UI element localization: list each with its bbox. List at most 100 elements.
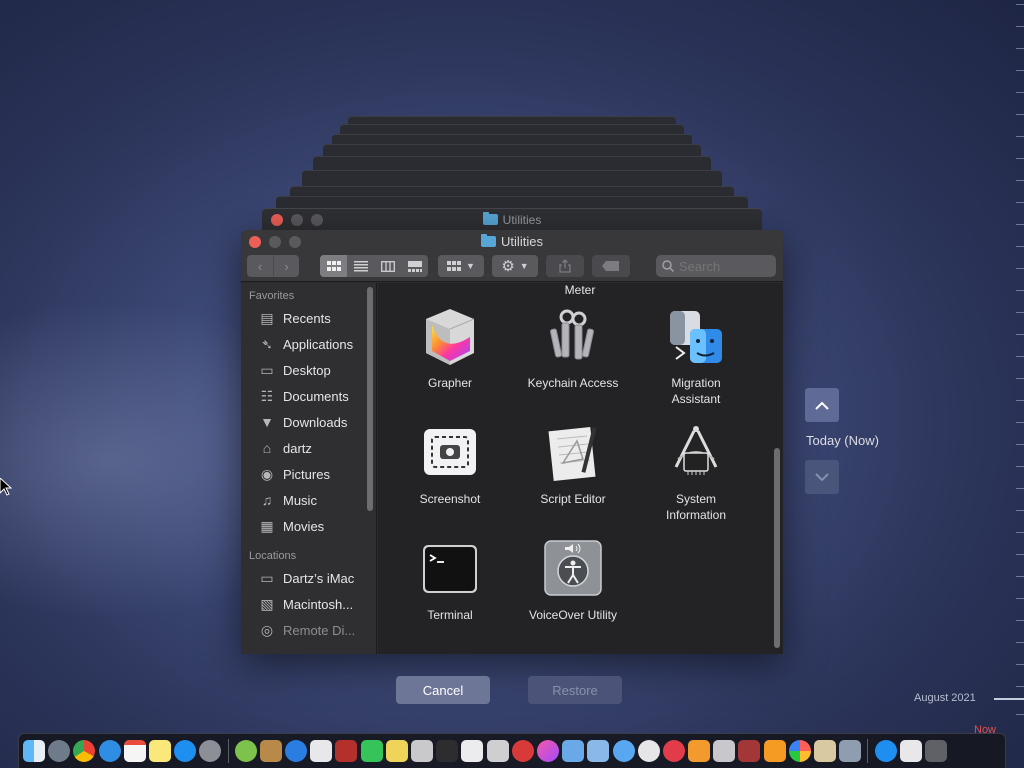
- dock-app-icon[interactable]: [839, 740, 862, 762]
- timeline-tick[interactable]: [1016, 224, 1024, 225]
- tags-button[interactable]: [592, 255, 630, 277]
- action-menu-button[interactable]: ⚙ ▼: [492, 255, 538, 277]
- sidebar-item-dartz[interactable]: ⌂ dartz: [241, 435, 376, 461]
- dock-app-icon[interactable]: [234, 740, 257, 762]
- timeline-tick[interactable]: [1016, 714, 1024, 715]
- timeline-tick[interactable]: [1016, 620, 1024, 621]
- timeline-month-marker[interactable]: [994, 698, 1024, 700]
- share-button[interactable]: [546, 255, 584, 277]
- app-store-icon[interactable]: [174, 740, 197, 762]
- timeline[interactable]: [994, 0, 1024, 730]
- timeline-tick[interactable]: [1016, 686, 1024, 687]
- dock-app-icon[interactable]: [637, 740, 660, 762]
- timeline-tick[interactable]: [1016, 92, 1024, 93]
- sidebar-item-downloads[interactable]: ▼ Downloads: [241, 409, 376, 435]
- cancel-button[interactable]: Cancel: [396, 676, 490, 704]
- timeline-tick[interactable]: [1016, 444, 1024, 445]
- books-icon[interactable]: [688, 740, 711, 762]
- timeline-tick[interactable]: [1016, 136, 1024, 137]
- timeline-tick[interactable]: [1016, 576, 1024, 577]
- sidebar-item-desktop[interactable]: ▭ Desktop: [241, 357, 376, 383]
- icon-view-button[interactable]: [320, 255, 347, 277]
- app-migration-assistant[interactable]: Migration Assistant: [636, 307, 756, 407]
- timeline-tick[interactable]: [1016, 554, 1024, 555]
- dock-app-icon[interactable]: [335, 740, 358, 762]
- app-grapher[interactable]: Grapher: [390, 307, 510, 391]
- safari-icon[interactable]: [98, 740, 121, 762]
- dock-app-icon[interactable]: [259, 740, 282, 762]
- timeline-tick[interactable]: [1016, 378, 1024, 379]
- app-system-information[interactable]: System Information: [636, 423, 756, 523]
- app-terminal[interactable]: Terminal: [390, 539, 510, 623]
- gallery-view-button[interactable]: [401, 255, 428, 277]
- restore-button[interactable]: Restore: [528, 676, 622, 704]
- tm-up-button[interactable]: [805, 388, 839, 422]
- tm-down-button[interactable]: [805, 460, 839, 494]
- sidebar-item-music[interactable]: ♫ Music: [241, 487, 376, 513]
- stickies-icon[interactable]: [385, 740, 408, 762]
- home-app-icon[interactable]: [763, 740, 786, 762]
- forward-button[interactable]: ›: [273, 255, 299, 277]
- trash-icon[interactable]: [924, 740, 947, 762]
- app-voiceover-utility[interactable]: VoiceOver Utility: [513, 539, 633, 623]
- timeline-tick[interactable]: [1016, 642, 1024, 643]
- notes-icon[interactable]: [148, 740, 171, 762]
- dock-app-icon[interactable]: [713, 740, 736, 762]
- timeline-month-label[interactable]: August 2021: [914, 692, 976, 704]
- timeline-tick[interactable]: [1016, 532, 1024, 533]
- photos-icon[interactable]: [788, 740, 811, 762]
- sidebar-item-imac[interactable]: ▭ Dartz’s iMac: [241, 565, 376, 591]
- system-preferences-icon[interactable]: [199, 740, 222, 762]
- timeline-tick[interactable]: [1016, 598, 1024, 599]
- app-script-editor[interactable]: Script Editor: [513, 423, 633, 507]
- dock-app-icon[interactable]: [486, 740, 509, 762]
- timeline-tick[interactable]: [1016, 4, 1024, 5]
- timeline-tick[interactable]: [1016, 158, 1024, 159]
- search-input[interactable]: [679, 258, 769, 274]
- timeline-tick[interactable]: [1016, 290, 1024, 291]
- sidebar-item-macintosh-hd[interactable]: ▧ Macintosh...: [241, 591, 376, 617]
- applications-folder-icon[interactable]: [874, 740, 897, 762]
- dock-app-icon[interactable]: [511, 740, 534, 762]
- sidebar-item-recents[interactable]: ▤ Recents: [241, 305, 376, 331]
- column-view-button[interactable]: [374, 255, 401, 277]
- sidebar-item-documents[interactable]: ☷ Documents: [241, 383, 376, 409]
- chrome-icon[interactable]: [73, 740, 96, 762]
- group-by-button[interactable]: ▼: [438, 255, 484, 277]
- calendar-icon[interactable]: [123, 740, 146, 762]
- timeline-tick[interactable]: [1016, 400, 1024, 401]
- timeline-tick[interactable]: [1016, 422, 1024, 423]
- activity-monitor-icon[interactable]: [436, 740, 459, 762]
- app-screenshot[interactable]: Screenshot: [390, 423, 510, 507]
- timeline-tick[interactable]: [1016, 510, 1024, 511]
- timeline-tick[interactable]: [1016, 48, 1024, 49]
- timeline-tick[interactable]: [1016, 26, 1024, 27]
- timeline-tick[interactable]: [1016, 664, 1024, 665]
- dock-app-icon[interactable]: [411, 740, 433, 762]
- finder-icon[interactable]: [23, 740, 45, 762]
- search-field[interactable]: [656, 255, 776, 277]
- messages-icon[interactable]: [360, 740, 383, 762]
- timeline-tick[interactable]: [1016, 246, 1024, 247]
- dock-app-icon[interactable]: [814, 740, 836, 762]
- script-editor-dock-icon[interactable]: [461, 740, 484, 762]
- dock-app-icon[interactable]: [587, 740, 610, 762]
- sidebar-scrollbar[interactable]: [367, 287, 373, 511]
- timeline-tick[interactable]: [1016, 312, 1024, 313]
- sidebar-item-movies[interactable]: ▦ Movies: [241, 513, 376, 539]
- back-button[interactable]: ‹: [247, 255, 273, 277]
- music-dock-icon[interactable]: [536, 740, 559, 762]
- timeline-tick[interactable]: [1016, 334, 1024, 335]
- launchpad-icon[interactable]: [48, 740, 71, 762]
- edge-icon[interactable]: [285, 740, 308, 762]
- activity-monitor-label[interactable]: Meter: [555, 283, 605, 297]
- timeline-tick[interactable]: [1016, 180, 1024, 181]
- timeline-tick[interactable]: [1016, 488, 1024, 489]
- timeline-tick[interactable]: [1016, 356, 1024, 357]
- timeline-tick[interactable]: [1016, 268, 1024, 269]
- document-icon[interactable]: [899, 740, 922, 762]
- timeline-tick[interactable]: [1016, 202, 1024, 203]
- timeline-tick[interactable]: [1016, 70, 1024, 71]
- sidebar-item-remote-disc[interactable]: ◎ Remote Di...: [241, 617, 376, 643]
- app-keychain-access[interactable]: Keychain Access: [513, 307, 633, 391]
